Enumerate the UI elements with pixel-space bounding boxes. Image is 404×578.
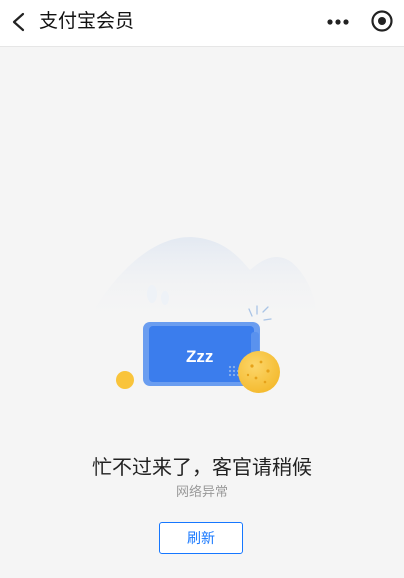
more-button[interactable] [324, 9, 352, 35]
navbar: 支付宝会员 [0, 0, 404, 47]
page-title: 支付宝会员 [39, 10, 135, 32]
refresh-button[interactable]: 刷新 [159, 522, 243, 554]
zzz-label: Zzz [186, 347, 213, 366]
mountains-backdrop [90, 237, 318, 321]
error-subtitle: 网络异常 [175, 485, 228, 500]
small-coin-icon [116, 371, 134, 389]
back-button[interactable] [4, 6, 34, 38]
coin-icon [238, 351, 280, 393]
chevron-left-icon [12, 12, 25, 32]
more-dots-icon [327, 19, 349, 25]
error-title: 忙不过来了，客官请稍候 [92, 455, 312, 479]
network-error-illustration: Zzz [90, 237, 318, 393]
target-close-icon [371, 10, 393, 32]
close-button[interactable] [368, 7, 396, 35]
